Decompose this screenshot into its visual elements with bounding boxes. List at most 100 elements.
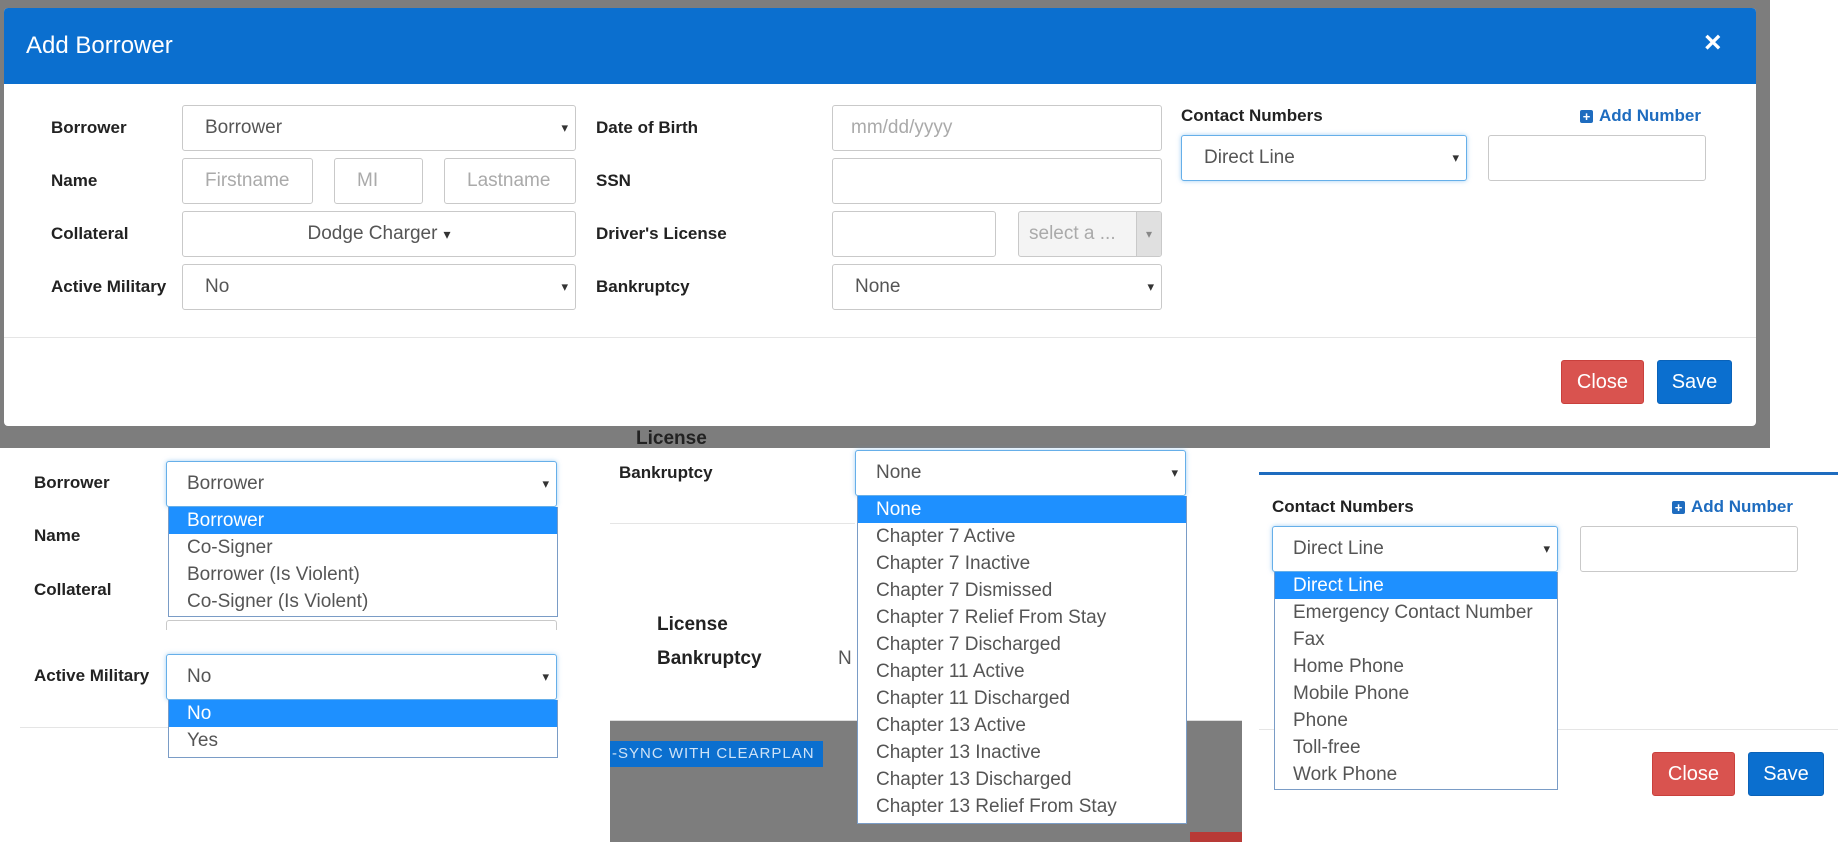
bankruptcy-option[interactable]: Chapter 11 Discharged bbox=[858, 685, 1186, 712]
lastname-field[interactable]: Lastname bbox=[444, 158, 576, 204]
bankruptcy-option[interactable]: Chapter 7 Dismissed bbox=[858, 577, 1186, 604]
middle-divider bbox=[610, 523, 855, 524]
lower-contact-numbers-label: Contact Numbers bbox=[1272, 497, 1414, 516]
plus-square-icon: + bbox=[1672, 500, 1685, 514]
contact-type-option[interactable]: Fax bbox=[1275, 626, 1557, 653]
caret-down-icon: ▾ bbox=[443, 225, 451, 242]
borrower-option[interactable]: Borrower (Is Violent) bbox=[169, 561, 557, 588]
chevron-down-icon: ▾ bbox=[1452, 150, 1459, 165]
add-number-link[interactable]: + Add Number bbox=[1580, 106, 1701, 126]
active-military-label: Active Military bbox=[51, 277, 167, 296]
contact-type-dropdown-list: Direct Line Emergency Contact Number Fax Ho… bbox=[1274, 572, 1558, 790]
lower-collateral-label: Collateral bbox=[34, 580, 112, 599]
save-button[interactable]: Save bbox=[1657, 360, 1732, 404]
dob-field[interactable]: mm/dd/yyyy bbox=[832, 105, 1162, 151]
lower-close-button[interactable]: Close bbox=[1652, 752, 1735, 796]
ssn-label: SSN bbox=[596, 171, 631, 190]
contact-type-option[interactable]: Work Phone bbox=[1275, 761, 1557, 788]
lower-borrower-label: Borrower bbox=[34, 473, 110, 492]
lower-bankruptcy-label: Bankruptcy bbox=[619, 463, 713, 482]
bankruptcy-option[interactable]: Chapter 13 Inactive bbox=[858, 739, 1186, 766]
chevron-down-icon: ▾ bbox=[542, 669, 549, 684]
lower-active-military-label: Active Military bbox=[34, 666, 150, 685]
mi-field[interactable]: MI bbox=[334, 158, 423, 204]
lower-contact-number-field[interactable] bbox=[1580, 526, 1798, 572]
bankruptcy-option[interactable]: Chapter 13 Relief From Stay bbox=[858, 793, 1186, 820]
lastname-placeholder: Lastname bbox=[467, 170, 551, 191]
chevron-down-icon: ▾ bbox=[1147, 279, 1154, 294]
collateral-dropdown[interactable]: Dodge Charger ▾ bbox=[182, 211, 576, 257]
firstname-field[interactable]: Firstname bbox=[182, 158, 313, 204]
contact-type-select[interactable]: Direct Line ▾ bbox=[1181, 135, 1467, 181]
lower-contact-type-value: Direct Line bbox=[1293, 538, 1384, 559]
license-text: License bbox=[636, 428, 707, 449]
dob-placeholder: mm/dd/yyyy bbox=[851, 117, 953, 138]
sync-with-clearplan-badge[interactable]: -SYNC WITH CLEARPLAN bbox=[610, 741, 823, 767]
plus-square-icon: + bbox=[1580, 109, 1593, 123]
modal-title: Add Borrower bbox=[26, 32, 173, 59]
contact-numbers-label: Contact Numbers bbox=[1181, 106, 1323, 125]
license-text-2: License bbox=[657, 614, 728, 635]
contact-type-option[interactable]: Direct Line bbox=[1275, 572, 1557, 599]
background-red-button-edge bbox=[1190, 832, 1242, 842]
drivers-license-field[interactable] bbox=[832, 211, 996, 257]
contact-type-option[interactable]: Phone bbox=[1275, 707, 1557, 734]
close-button[interactable]: Close bbox=[1561, 360, 1644, 404]
lower-save-button[interactable]: Save bbox=[1748, 752, 1824, 796]
bankruptcy-option[interactable]: Chapter 7 Inactive bbox=[858, 550, 1186, 577]
lower-active-military-select-value: No bbox=[187, 666, 212, 687]
name-label: Name bbox=[51, 171, 98, 190]
chevron-down-icon: ▾ bbox=[1171, 465, 1178, 480]
bankruptcy-option[interactable]: Chapter 7 Active bbox=[858, 523, 1186, 550]
contact-type-option[interactable]: Toll-free bbox=[1275, 734, 1557, 761]
mi-placeholder: MI bbox=[357, 170, 379, 191]
drivers-license-label: Driver's License bbox=[596, 224, 727, 243]
ssn-field[interactable] bbox=[832, 158, 1162, 204]
bankruptcy-option[interactable]: Chapter 13 Discharged bbox=[858, 766, 1186, 793]
bankruptcy-select[interactable]: None ▾ bbox=[832, 264, 1162, 310]
bankruptcy-value: None bbox=[855, 276, 901, 297]
bankruptcy-option[interactable]: Chapter 11 Active bbox=[858, 658, 1186, 685]
lower-bankruptcy-select-value: None bbox=[876, 462, 922, 483]
borrower-option[interactable]: Co-Signer (Is Violent) bbox=[169, 588, 557, 615]
chevron-down-icon: ▾ bbox=[561, 120, 568, 135]
collateral-field-edge bbox=[166, 620, 557, 630]
active-military-option[interactable]: No bbox=[169, 700, 557, 727]
lower-active-military-select[interactable]: No ▾ bbox=[166, 654, 557, 700]
collateral-label: Collateral bbox=[51, 224, 129, 243]
lower-borrower-select[interactable]: Borrower ▾ bbox=[166, 461, 557, 507]
modal-footer-divider bbox=[4, 337, 1756, 338]
select-arrow-icon: ▾ bbox=[1136, 212, 1161, 256]
bankruptcy-label: Bankruptcy bbox=[596, 277, 690, 296]
license-state-select[interactable]: select a ... ▾ bbox=[1018, 211, 1162, 257]
bankruptcy-dropdown-list: None Chapter 7 Active Chapter 7 Inactive Ch… bbox=[857, 496, 1187, 824]
contact-type-option[interactable]: Emergency Contact Number bbox=[1275, 599, 1557, 626]
add-number-label: Add Number bbox=[1599, 106, 1701, 125]
lower-bankruptcy-select[interactable]: None ▾ bbox=[855, 450, 1186, 496]
firstname-placeholder: Firstname bbox=[205, 170, 290, 191]
active-military-dropdown-list: No Yes bbox=[168, 700, 558, 758]
bankruptcy-option[interactable]: None bbox=[858, 496, 1186, 523]
active-military-select[interactable]: No ▾ bbox=[182, 264, 576, 310]
dob-label: Date of Birth bbox=[596, 118, 698, 137]
borrower-label: Borrower bbox=[51, 118, 127, 137]
chevron-down-icon: ▾ bbox=[561, 279, 568, 294]
contact-type-option[interactable]: Mobile Phone bbox=[1275, 680, 1557, 707]
lower-add-number-link[interactable]: + Add Number bbox=[1672, 497, 1793, 517]
borrower-option[interactable]: Co-Signer bbox=[169, 534, 557, 561]
bankruptcy-option[interactable]: Chapter 13 Active bbox=[858, 712, 1186, 739]
borrower-option[interactable]: Borrower bbox=[169, 507, 557, 534]
chevron-down-icon: ▾ bbox=[1543, 541, 1550, 556]
chevron-down-icon: ▾ bbox=[542, 476, 549, 491]
lower-borrower-select-value: Borrower bbox=[187, 473, 265, 494]
bankruptcy-option[interactable]: Chapter 7 Discharged bbox=[858, 631, 1186, 658]
chevron-down-icon: ▾ bbox=[1145, 227, 1153, 241]
close-icon[interactable]: × bbox=[1704, 26, 1722, 60]
contact-number-field[interactable] bbox=[1488, 135, 1706, 181]
contact-type-option[interactable]: Home Phone bbox=[1275, 653, 1557, 680]
bankruptcy-option[interactable]: Chapter 7 Relief From Stay bbox=[858, 604, 1186, 631]
active-military-option[interactable]: Yes bbox=[169, 727, 557, 754]
borrower-select[interactable]: Borrower ▾ bbox=[182, 105, 576, 151]
license-state-placeholder: select a ... bbox=[1029, 223, 1116, 244]
lower-contact-type-select[interactable]: Direct Line ▾ bbox=[1272, 526, 1558, 572]
